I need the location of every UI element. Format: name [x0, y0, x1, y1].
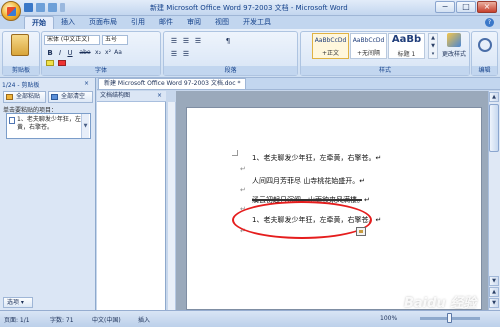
show-marks-icon[interactable]: ¶ [224, 37, 232, 45]
highlight-ellipse [232, 201, 372, 239]
tab-page-layout[interactable]: 页面布局 [82, 16, 124, 29]
options-label: 选项 [7, 299, 20, 306]
maximize-button[interactable]: □ [456, 1, 476, 13]
vertical-ruler [168, 102, 176, 310]
save-icon[interactable] [24, 3, 33, 12]
paste-all-label: 全部粘贴 [16, 93, 41, 100]
clear-all-icon [51, 94, 58, 100]
font-size-combo[interactable]: 五号 [102, 35, 128, 45]
clipboard-item[interactable]: 1、老夫聊发少年狂，左牵黄，右擎苍。 ▼ [6, 113, 91, 139]
clear-all-button[interactable]: 全部清空 [48, 91, 93, 103]
navigation-pane-header: 文档结构图 [97, 91, 166, 102]
insert-mode[interactable]: 插入 [138, 315, 150, 324]
paragraph-mark: ↵ [240, 165, 246, 173]
word-count[interactable]: 字数: 71 [50, 315, 74, 324]
undo-icon[interactable] [36, 3, 45, 12]
bold-button[interactable]: B [46, 49, 54, 57]
margin-corner-mark [232, 150, 238, 156]
find-icon[interactable] [478, 38, 492, 52]
tab-view[interactable]: 视图 [208, 16, 236, 29]
style-no-spacing-name: +无间隔 [356, 50, 381, 57]
page-count[interactable]: 页面: 1/1 [4, 315, 30, 324]
window-controls: − □ × [435, 1, 497, 13]
paragraph-group-label: 段落 [164, 66, 297, 75]
style-heading-1-sample: AaBb [391, 34, 422, 45]
style-no-spacing-sample: AaBbCcDd [352, 37, 385, 44]
minimize-button[interactable]: − [435, 1, 455, 13]
multilevel-list-icon[interactable]: ☰ [194, 37, 202, 45]
paragraph-mark: ↵ [240, 186, 246, 194]
scrollbar-thumb[interactable] [489, 104, 499, 152]
subscript-button[interactable]: x₂ [94, 49, 102, 57]
previous-page-icon[interactable]: ▲ [489, 287, 499, 297]
navigation-pane [97, 91, 166, 310]
ribbon-tabs: 开始 插入 页面布局 引用 邮件 审阅 视图 开发工具 [24, 16, 278, 29]
change-case-button[interactable]: Aa [114, 49, 122, 57]
office-logo-icon [7, 7, 16, 16]
scroll-down-icon[interactable]: ▼ [489, 276, 499, 286]
font-name-combo[interactable]: 宋体 (中文正文) [44, 35, 100, 45]
paste-all-button[interactable]: 全部粘贴 [3, 91, 46, 103]
options-button[interactable]: 选项 ▾ [3, 297, 33, 308]
editing-group: 编辑 [471, 31, 498, 76]
tab-review[interactable]: 审阅 [180, 16, 208, 29]
bullets-icon[interactable]: ☰ [170, 37, 178, 45]
paragraph-1[interactable]: 1、老夫聊发少年狂，左牵黄，右擎苍。↵ [252, 153, 381, 163]
clipboard-item-text: 1、老夫聊发少年狂，左牵黄，右擎苍。 [17, 116, 87, 131]
quick-access-toolbar [24, 3, 65, 12]
font-group-label: 字体 [42, 66, 160, 75]
window-title: 新建 Microsoft Office Word 97-2003 文档 - Mi… [150, 4, 348, 12]
zoom-level[interactable]: 100% [380, 315, 397, 322]
paste-icon[interactable] [11, 34, 29, 56]
superscript-button[interactable]: x² [104, 49, 112, 57]
change-styles-label: 更改样式 [441, 51, 466, 58]
paste-options-icon[interactable] [356, 227, 366, 236]
office-button[interactable] [1, 1, 21, 21]
clipboard-item-dropdown-icon[interactable]: ▼ [81, 114, 89, 138]
style-heading-1-name: 标题 1 [397, 51, 416, 58]
tab-insert[interactable]: 插入 [54, 16, 82, 29]
tab-mailings[interactable]: 邮件 [152, 16, 180, 29]
clipboard-group: 剪贴板 [2, 31, 40, 76]
document-icon [9, 117, 15, 124]
tab-home[interactable]: 开始 [24, 16, 54, 29]
next-page-icon[interactable]: ▼ [489, 298, 499, 308]
style-heading-1[interactable]: AaBb 标题 1 [388, 33, 425, 59]
redo-icon[interactable] [48, 3, 57, 12]
clipboard-pane-header: 1/24 - 剪贴板 [2, 82, 40, 89]
font-group: 宋体 (中文正文) 五号 B I U abe x₂ x² Aa 字体 [41, 31, 161, 76]
paste-all-icon [6, 94, 13, 100]
paragraph-2[interactable]: 人间四月芳菲尽 山寺桃花始盛开。↵ [252, 176, 365, 186]
customize-qat-icon[interactable] [60, 3, 65, 12]
paragraph-group: ☰ ☰ ☰ ☰ ☰ ¶ 段落 [163, 31, 298, 76]
clear-all-label: 全部清空 [61, 93, 86, 100]
zoom-slider-knob[interactable] [447, 313, 452, 323]
strikethrough-button[interactable]: abe [78, 49, 92, 57]
italic-button[interactable]: I [56, 49, 64, 57]
align-center-icon[interactable]: ☰ [182, 50, 190, 58]
close-button[interactable]: × [477, 1, 497, 13]
language-indicator[interactable]: 中文(中国) [92, 315, 121, 324]
clipboard-pane-close-icon[interactable]: × [84, 80, 89, 87]
watermark: Baidu 经验 [404, 296, 477, 311]
editing-group-label: 编辑 [472, 66, 497, 75]
scroll-up-icon[interactable]: ▲ [489, 92, 499, 102]
align-left-icon[interactable]: ☰ [170, 50, 178, 58]
style-normal[interactable]: AaBbCcDd +正文 [312, 33, 349, 59]
navigation-pane-close-icon[interactable]: × [157, 92, 162, 99]
change-styles-button[interactable]: 更改样式 [441, 33, 467, 67]
change-styles-icon [447, 33, 461, 47]
underline-button[interactable]: U [66, 49, 74, 57]
style-no-spacing[interactable]: AaBbCcDd +无间隔 [350, 33, 387, 59]
clipboard-group-label: 剪贴板 [3, 66, 39, 75]
numbering-icon[interactable]: ☰ [182, 37, 190, 45]
styles-scroll-icon[interactable]: ▲ ▼ ▾ [428, 33, 438, 59]
tab-developer[interactable]: 开发工具 [236, 16, 278, 29]
styles-group-label: 样式 [301, 66, 469, 75]
document-tab[interactable]: 新建 Microsoft Office Word 97-2003 文档.doc … [98, 78, 247, 89]
tab-references[interactable]: 引用 [124, 16, 152, 29]
help-icon[interactable]: ? [485, 18, 494, 27]
style-normal-sample: AaBbCcDd [314, 37, 347, 44]
style-normal-name: +正文 [321, 50, 340, 57]
